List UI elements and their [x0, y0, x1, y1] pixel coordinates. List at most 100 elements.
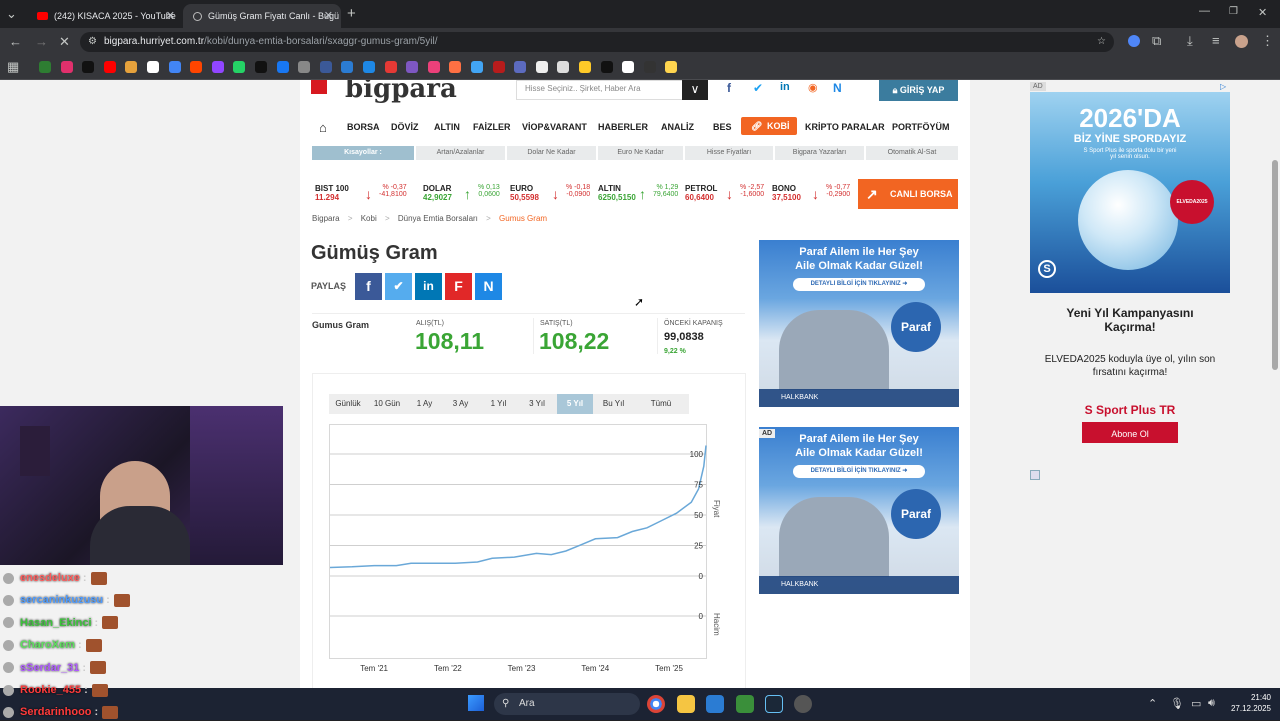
market-item[interactable]: PETROL 60,6400: [685, 184, 717, 202]
quick-link[interactable]: Artan/Azalanlar: [416, 146, 505, 160]
bookmark-icon[interactable]: [471, 61, 483, 73]
bookmark-icon[interactable]: [643, 61, 656, 73]
market-item[interactable]: EURO 50,5598: [510, 184, 539, 202]
news-n-icon[interactable]: N: [833, 81, 842, 95]
facebook-icon[interactable]: f: [727, 81, 731, 95]
bookmark-icon[interactable]: [492, 61, 505, 73]
bookmark-icon[interactable]: [665, 61, 678, 73]
paraf-ad-1[interactable]: Paraf Ailem ile Her Şey Aile Olmak Kadar…: [759, 240, 959, 407]
microphone-icon[interactable]: 🎙︎: [1170, 697, 1184, 710]
market-item[interactable]: ALTIN 6250,5150: [598, 184, 636, 202]
menu-icon[interactable]: ⋮: [1261, 33, 1274, 49]
ad-cta[interactable]: DETAYLI BİLGİ İÇİN TIKLAYINIZ ➜: [793, 278, 925, 291]
close-icon[interactable]: ✕: [166, 9, 175, 22]
breadcrumb-item[interactable]: Bigpara: [312, 214, 340, 223]
photos-app-icon[interactable]: [706, 695, 724, 713]
subscribe-button[interactable]: Abone Ol: [1082, 422, 1178, 443]
share-linkedin-icon[interactable]: in: [415, 273, 442, 300]
adchoices-icon[interactable]: ▷: [1220, 82, 1226, 91]
nav-item[interactable]: ALTIN: [434, 122, 460, 132]
apps-grid-icon[interactable]: ▦: [7, 59, 19, 75]
period-tab[interactable]: 10 Gün: [368, 394, 406, 414]
share-twitter-icon[interactable]: ✔: [385, 273, 412, 300]
market-item[interactable]: DOLAR 42,9027: [423, 184, 452, 202]
period-tab[interactable]: 1 Ay: [408, 394, 441, 414]
back-icon[interactable]: ←: [9, 34, 22, 49]
bookmark-icon[interactable]: [579, 61, 591, 73]
volume-icon[interactable]: 🔊︎: [1208, 697, 1215, 710]
extension-icon[interactable]: [1128, 35, 1140, 47]
nav-item[interactable]: BORSA: [347, 122, 380, 132]
chrome-app-icon[interactable]: [647, 695, 665, 713]
bookmark-icon[interactable]: [39, 61, 51, 73]
search-dropdown-icon[interactable]: ∨: [682, 80, 708, 100]
bookmark-icon[interactable]: [514, 61, 527, 73]
address-bar[interactable]: ⚙ bigpara.hurriyet.com.tr/kobi/dunya-emt…: [80, 32, 1114, 52]
period-tab[interactable]: Tümü: [636, 394, 686, 414]
bookmark-icon[interactable]: [233, 61, 246, 73]
bookmark-icon[interactable]: [125, 61, 138, 73]
nav-item[interactable]: FAİZLER: [473, 122, 511, 132]
nav-item[interactable]: DÖVİZ: [391, 122, 419, 132]
nav-item[interactable]: PORTFÖYÜM: [892, 122, 950, 132]
scrollbar-thumb[interactable]: [1272, 160, 1278, 370]
bookmark-icon[interactable]: [60, 61, 73, 73]
tab-gumus[interactable]: Gümüş Gram Fiyatı Canlı - Bugü ✕: [183, 4, 341, 28]
home-icon[interactable]: ⌂: [319, 120, 327, 135]
app-icon[interactable]: [794, 695, 812, 713]
start-icon[interactable]: [468, 695, 484, 711]
bookmark-icon[interactable]: [622, 61, 635, 73]
profile-avatar[interactable]: [1235, 35, 1248, 48]
nav-item-kobi[interactable]: 🔗︎ KOBİ: [741, 117, 797, 135]
bookmark-icon[interactable]: [103, 61, 116, 73]
clock[interactable]: 21:40 27.12.2025: [1227, 692, 1271, 714]
bookmark-icon[interactable]: [363, 61, 375, 73]
bookmark-icon[interactable]: [147, 61, 159, 73]
maximize-button[interactable]: ❐: [1229, 6, 1238, 17]
file-explorer-icon[interactable]: [677, 695, 695, 713]
nav-item[interactable]: HABERLER: [598, 122, 648, 132]
login-button[interactable]: 🔒︎ GİRİŞ YAP: [879, 80, 958, 101]
bookmark-icon[interactable]: [319, 61, 332, 73]
market-item[interactable]: BONO 37,5100: [772, 184, 801, 202]
twitter-icon[interactable]: ✔: [753, 81, 763, 95]
network-icon[interactable]: ▭: [1191, 697, 1201, 710]
new-tab-button[interactable]: +: [347, 5, 356, 22]
share-news-icon[interactable]: N: [475, 273, 502, 300]
bookmark-icon[interactable]: [255, 61, 267, 73]
bookmark-icon[interactable]: [341, 61, 354, 73]
chevron-up-icon[interactable]: ⌃: [1148, 697, 1157, 710]
steam-icon[interactable]: [765, 695, 783, 713]
period-tab[interactable]: 3 Ay: [443, 394, 478, 414]
close-icon[interactable]: ✕: [324, 9, 333, 22]
period-tab[interactable]: Bu Yıl: [595, 394, 632, 414]
nav-item[interactable]: BES: [713, 122, 732, 132]
quick-link[interactable]: Otomatik Al-Sat: [866, 146, 958, 160]
close-window-button[interactable]: ✕: [1258, 6, 1267, 19]
paraf-ad-2[interactable]: Paraf Ailem ile Her Şey Aile Olmak Kadar…: [759, 427, 959, 594]
period-tab[interactable]: 1 Yıl: [480, 394, 517, 414]
rss-icon[interactable]: ◉: [808, 81, 818, 94]
ad-brand[interactable]: S Sport Plus TR: [1030, 403, 1230, 417]
nav-item[interactable]: KRİPTO PARALAR: [805, 122, 885, 132]
bookmark-icon[interactable]: [82, 61, 95, 73]
bookmark-icon[interactable]: [298, 61, 311, 73]
search-input[interactable]: Hisse Seçiniz.. Şirket, Haber Ara: [516, 80, 708, 100]
quick-link[interactable]: Euro Ne Kadar: [598, 146, 683, 160]
breadcrumb-item[interactable]: Dünya Emtia Borsaları: [398, 214, 478, 223]
period-tab[interactable]: Günlük: [330, 394, 366, 414]
bookmark-icon[interactable]: [168, 61, 181, 73]
tab-search-icon[interactable]: ⌄: [6, 6, 17, 22]
sport-ad-image[interactable]: 2026'DA BİZ YİNE SPORDAYIZ S Sport Plus …: [1030, 92, 1230, 293]
bookmark-icon[interactable]: [600, 61, 613, 73]
bookmark-icon[interactable]: [557, 61, 570, 73]
reading-list-icon[interactable]: ≡: [1212, 33, 1220, 48]
share-flipboard-icon[interactable]: F: [445, 273, 472, 300]
quick-link[interactable]: Bigpara Yazarları: [775, 146, 864, 160]
nav-item[interactable]: ANALİZ: [661, 122, 694, 132]
download-icon[interactable]: ⤓: [1187, 33, 1193, 49]
price-chart[interactable]: 0 0 25 50 75 100 Fiyat Hacim: [328, 423, 728, 663]
bookmark-icon[interactable]: [276, 61, 289, 73]
bookmark-icon[interactable]: [427, 61, 440, 73]
quick-link[interactable]: Dolar Ne Kadar: [507, 146, 596, 160]
